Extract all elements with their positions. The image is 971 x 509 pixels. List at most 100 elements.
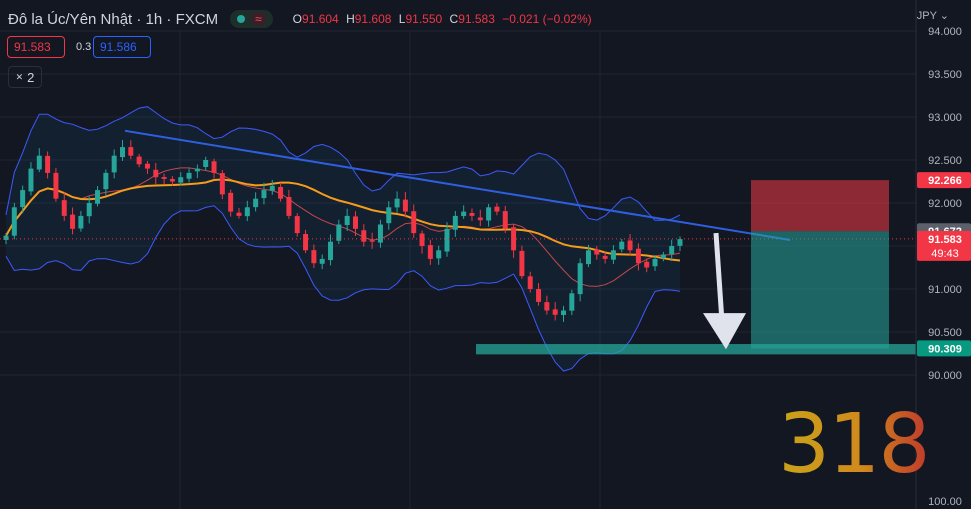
buy-button[interactable]: 91.586 [93, 36, 151, 58]
market-status-pill[interactable]: ≈ [230, 10, 273, 28]
wave-icon: ≈ [251, 12, 266, 26]
candle-body [244, 207, 250, 217]
candle-body [552, 309, 558, 315]
candle-body [486, 207, 492, 221]
candle-body [402, 199, 408, 212]
candle-body [361, 230, 367, 242]
candle-body [95, 190, 101, 204]
candle-body [286, 197, 292, 216]
candle-body [452, 215, 458, 230]
candle-body [144, 163, 150, 169]
candle-body [352, 216, 358, 229]
take-profit-zone [751, 231, 889, 349]
candle-body [328, 241, 334, 261]
candle-body [236, 212, 242, 216]
candle-body [119, 147, 125, 158]
chart-legend: Đô la Úc/Yên Nhật · 1h · FXCM ≈ O91.604 … [8, 9, 596, 29]
candle-body [644, 261, 650, 268]
stop-loss-zone [751, 180, 889, 232]
candle-body [228, 192, 234, 212]
candle-body [660, 254, 666, 259]
candle-body [561, 310, 567, 315]
watermark-logo: 318 [778, 397, 931, 492]
candle-body [344, 215, 350, 226]
candle-body [635, 248, 641, 264]
candle-body [652, 258, 658, 267]
symbol-title[interactable]: Đô la Úc/Yên Nhật · 1h · FXCM [8, 11, 218, 28]
candle-body [461, 211, 467, 217]
candle-body [527, 276, 533, 289]
candle-body [78, 215, 84, 229]
candle-body [569, 293, 575, 311]
candle-body [203, 160, 209, 167]
price-label-text: 90.309 [928, 343, 962, 355]
candle-body [577, 263, 583, 295]
candle-body [627, 240, 633, 251]
price-label-text: 91.583 [928, 234, 962, 246]
price-label-text: 92.266 [928, 175, 962, 187]
candle-body [294, 216, 300, 234]
axis-tick-label: 90.500 [928, 327, 962, 339]
candle-body [53, 172, 59, 199]
ohlc-values: O91.604 H91.608 L91.550 C91.583 −0.021 (… [292, 12, 592, 26]
axis-tick-label: 91.000 [928, 284, 962, 296]
candle-body [602, 255, 608, 259]
candle-body [519, 250, 525, 277]
candle-body [469, 213, 475, 216]
axis-tick-label: 93.000 [928, 112, 962, 124]
candle-body [61, 200, 67, 216]
candle-body [261, 190, 267, 199]
axis-tick-label: 90.000 [928, 370, 962, 382]
candle-body [278, 186, 284, 199]
candle-body [153, 169, 159, 178]
candle-body [194, 168, 200, 172]
candle-body [511, 227, 517, 251]
candle-body [20, 190, 26, 208]
candle-body [319, 258, 325, 264]
candle-body [377, 224, 383, 243]
axis-tick-label: 100.00 [928, 496, 962, 508]
candle-body [70, 214, 76, 229]
axis-tick-label: 93.500 [928, 69, 962, 81]
candle-body [111, 155, 117, 173]
candle-body [536, 289, 542, 302]
candle-body [219, 173, 225, 195]
candle-body [103, 172, 109, 190]
currency-selector[interactable]: JPY ⌄ [917, 9, 949, 22]
market-open-icon [237, 15, 246, 23]
candle-body [186, 172, 192, 179]
candle-body [477, 217, 483, 221]
candle-body [161, 176, 167, 179]
chevron-down-icon: ✕ [15, 71, 24, 82]
candle-body [36, 155, 42, 170]
candle-body [585, 250, 591, 265]
candle-body [436, 250, 442, 259]
candle-body [128, 147, 134, 156]
candle-body [394, 198, 400, 208]
candle-body [28, 168, 34, 192]
target-zone-bar [476, 344, 916, 355]
sell-button[interactable]: 91.583 [7, 36, 65, 58]
candle-body [311, 250, 317, 264]
candle-body [411, 211, 417, 234]
axis-tick-label: 92.000 [928, 198, 962, 210]
candle-body [45, 155, 51, 173]
candle-body [619, 241, 625, 250]
candle-body [336, 224, 342, 241]
candle-body [494, 206, 500, 212]
candle-body [669, 246, 675, 255]
candle-body [610, 250, 616, 260]
candle-body [253, 198, 259, 208]
candle-body [369, 240, 375, 242]
candle-body [444, 228, 450, 252]
indicators-toggle-button[interactable]: ✕ 2 [8, 66, 42, 88]
candle-body [427, 245, 433, 259]
countdown-text: 49:43 [931, 248, 959, 260]
candle-body [169, 178, 175, 182]
candle-body [178, 177, 184, 183]
axis-tick-label: 92.500 [928, 155, 962, 167]
candle-body [544, 302, 550, 311]
candle-body [386, 207, 392, 224]
candle-body [303, 234, 309, 251]
candle-body [11, 207, 17, 236]
